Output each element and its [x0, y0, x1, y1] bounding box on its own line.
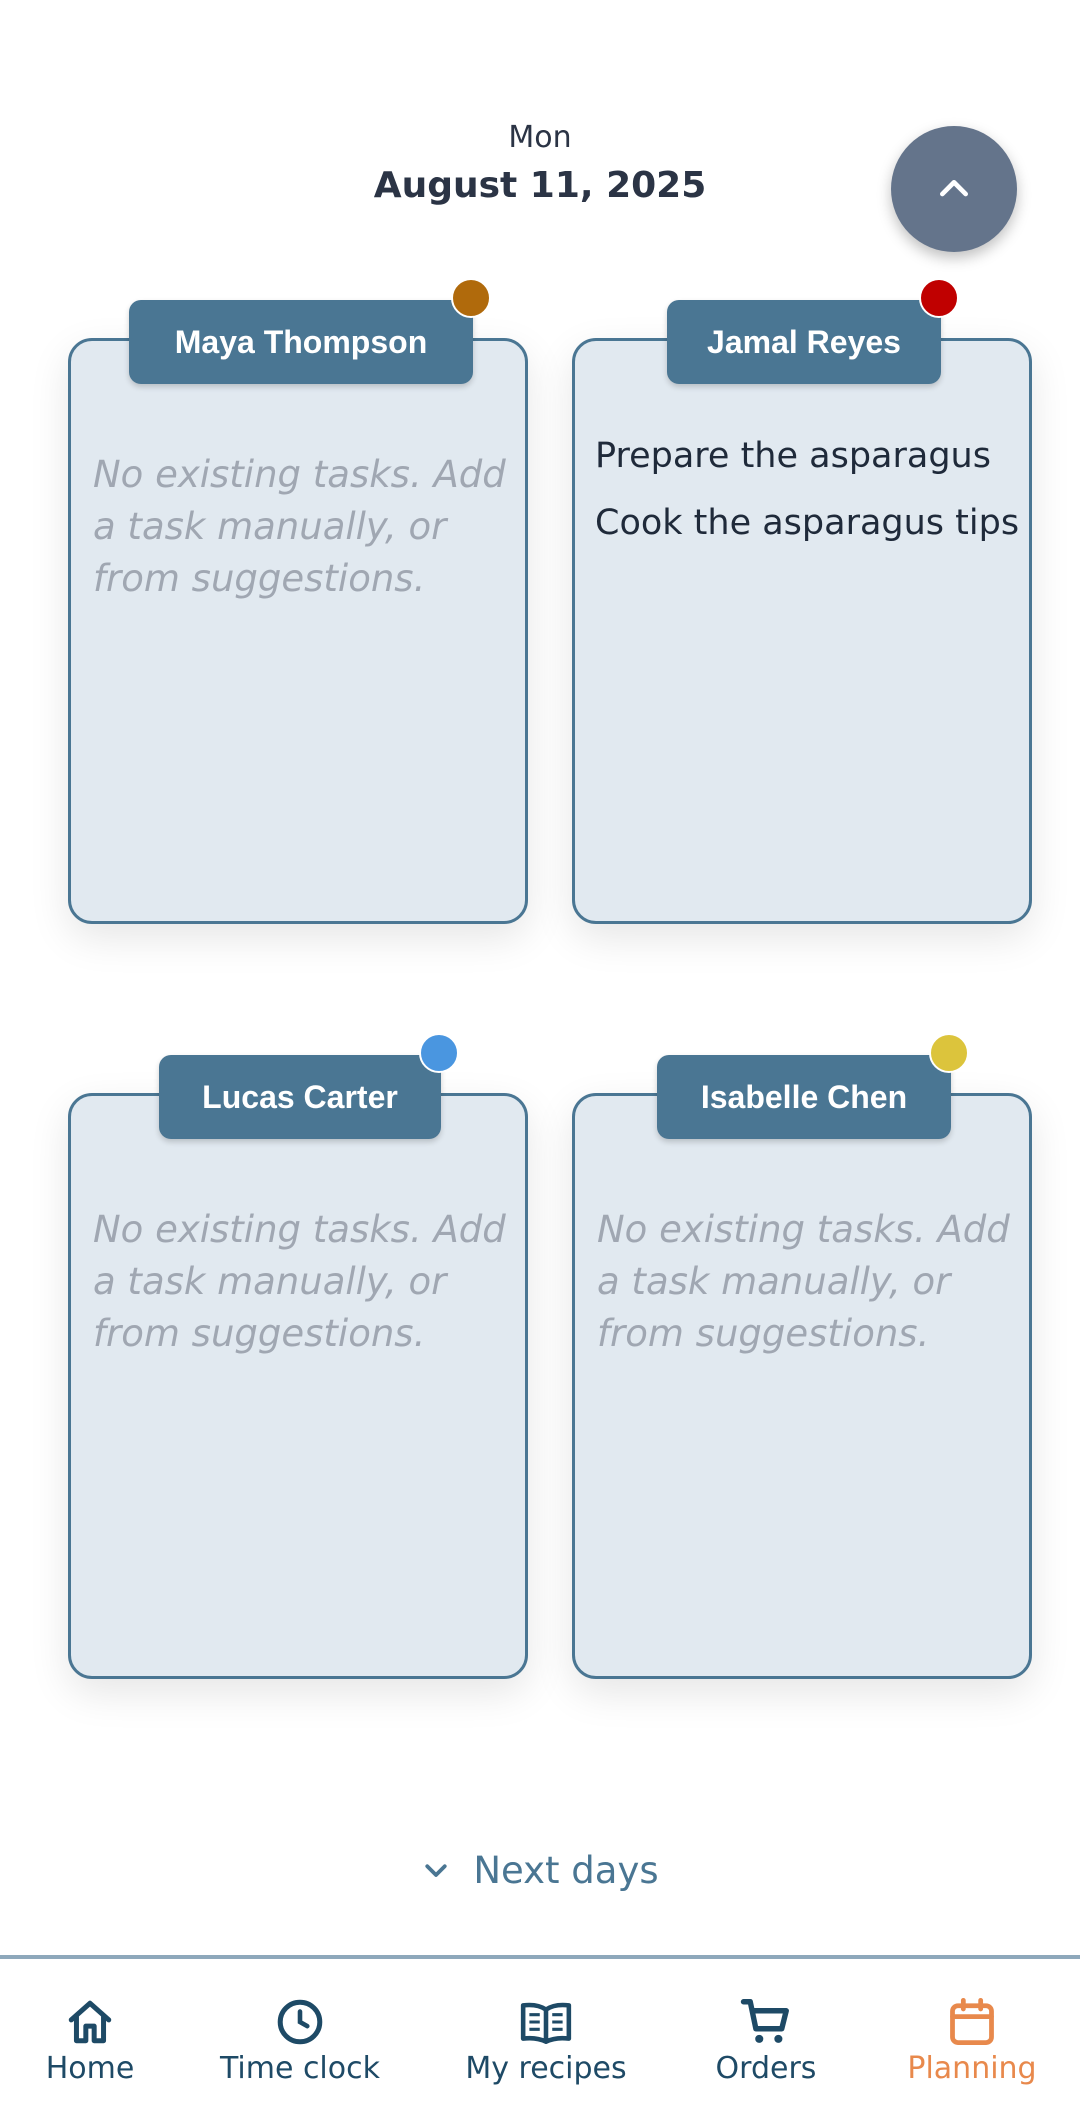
status-dot: [451, 278, 491, 318]
status-dot: [419, 1033, 459, 1073]
staff-card[interactable]: Maya Thompson No existing tasks. Add a t…: [68, 278, 528, 924]
chevron-up-icon: [940, 180, 968, 197]
staff-card[interactable]: Lucas Carter No existing tasks. Add a ta…: [68, 1033, 528, 1679]
task-item[interactable]: Prepare the asparagus: [595, 423, 1025, 490]
staff-name-tab[interactable]: Lucas Carter: [159, 1055, 441, 1139]
nav-label: Orders: [715, 2051, 817, 2086]
next-days-button[interactable]: Next days: [0, 1840, 1080, 1900]
staff-card[interactable]: Jamal Reyes Prepare the asparagus Cook t…: [572, 278, 1032, 924]
nav-item-orders[interactable]: Orders: [705, 1959, 827, 2123]
nav-item-my-recipes[interactable]: My recipes: [455, 1959, 637, 2123]
nav-label: Home: [45, 2051, 135, 2086]
cart-icon: [740, 1999, 789, 2043]
staff-name-tab[interactable]: Jamal Reyes: [667, 300, 941, 384]
calendar-icon: [950, 1997, 994, 2045]
staff-name-tab[interactable]: Maya Thompson: [129, 300, 473, 384]
task-item[interactable]: Cook the asparagus tips: [595, 490, 1025, 557]
empty-tasks-message: No existing tasks. Add a task manually, …: [597, 1208, 1010, 1355]
nav-label: Planning: [907, 2051, 1037, 2086]
task-list: Prepare the asparagus Cook the asparagus…: [595, 423, 1025, 557]
nav-item-home[interactable]: Home: [20, 1959, 160, 2123]
empty-tasks-message: No existing tasks. Add a task manually, …: [93, 453, 506, 600]
planning-screen: Mon August 11, 2025 Maya Thompson No exi…: [0, 0, 1080, 2123]
staff-card[interactable]: Isabelle Chen No existing tasks. Add a t…: [572, 1033, 1032, 1679]
chevron-down-icon: [425, 1864, 447, 1877]
status-dot: [919, 278, 959, 318]
scroll-up-button[interactable]: [891, 126, 1017, 252]
nav-item-time-clock[interactable]: Time clock: [210, 1959, 390, 2123]
nav-label: My recipes: [465, 2051, 627, 2086]
book-icon: [520, 2002, 572, 2045]
nav-label: Time clock: [219, 2051, 380, 2086]
next-days-label: Next days: [473, 1848, 659, 1892]
empty-tasks-message: No existing tasks. Add a task manually, …: [93, 1208, 506, 1355]
bottom-navigation: Home Time clock My recipes Orders Planni…: [0, 1955, 1080, 2123]
nav-item-planning[interactable]: Planning: [900, 1959, 1044, 2123]
status-dot: [929, 1033, 969, 1073]
home-icon: [68, 2000, 112, 2044]
staff-name-tab[interactable]: Isabelle Chen: [657, 1055, 951, 1139]
clock-icon: [277, 1999, 323, 2045]
